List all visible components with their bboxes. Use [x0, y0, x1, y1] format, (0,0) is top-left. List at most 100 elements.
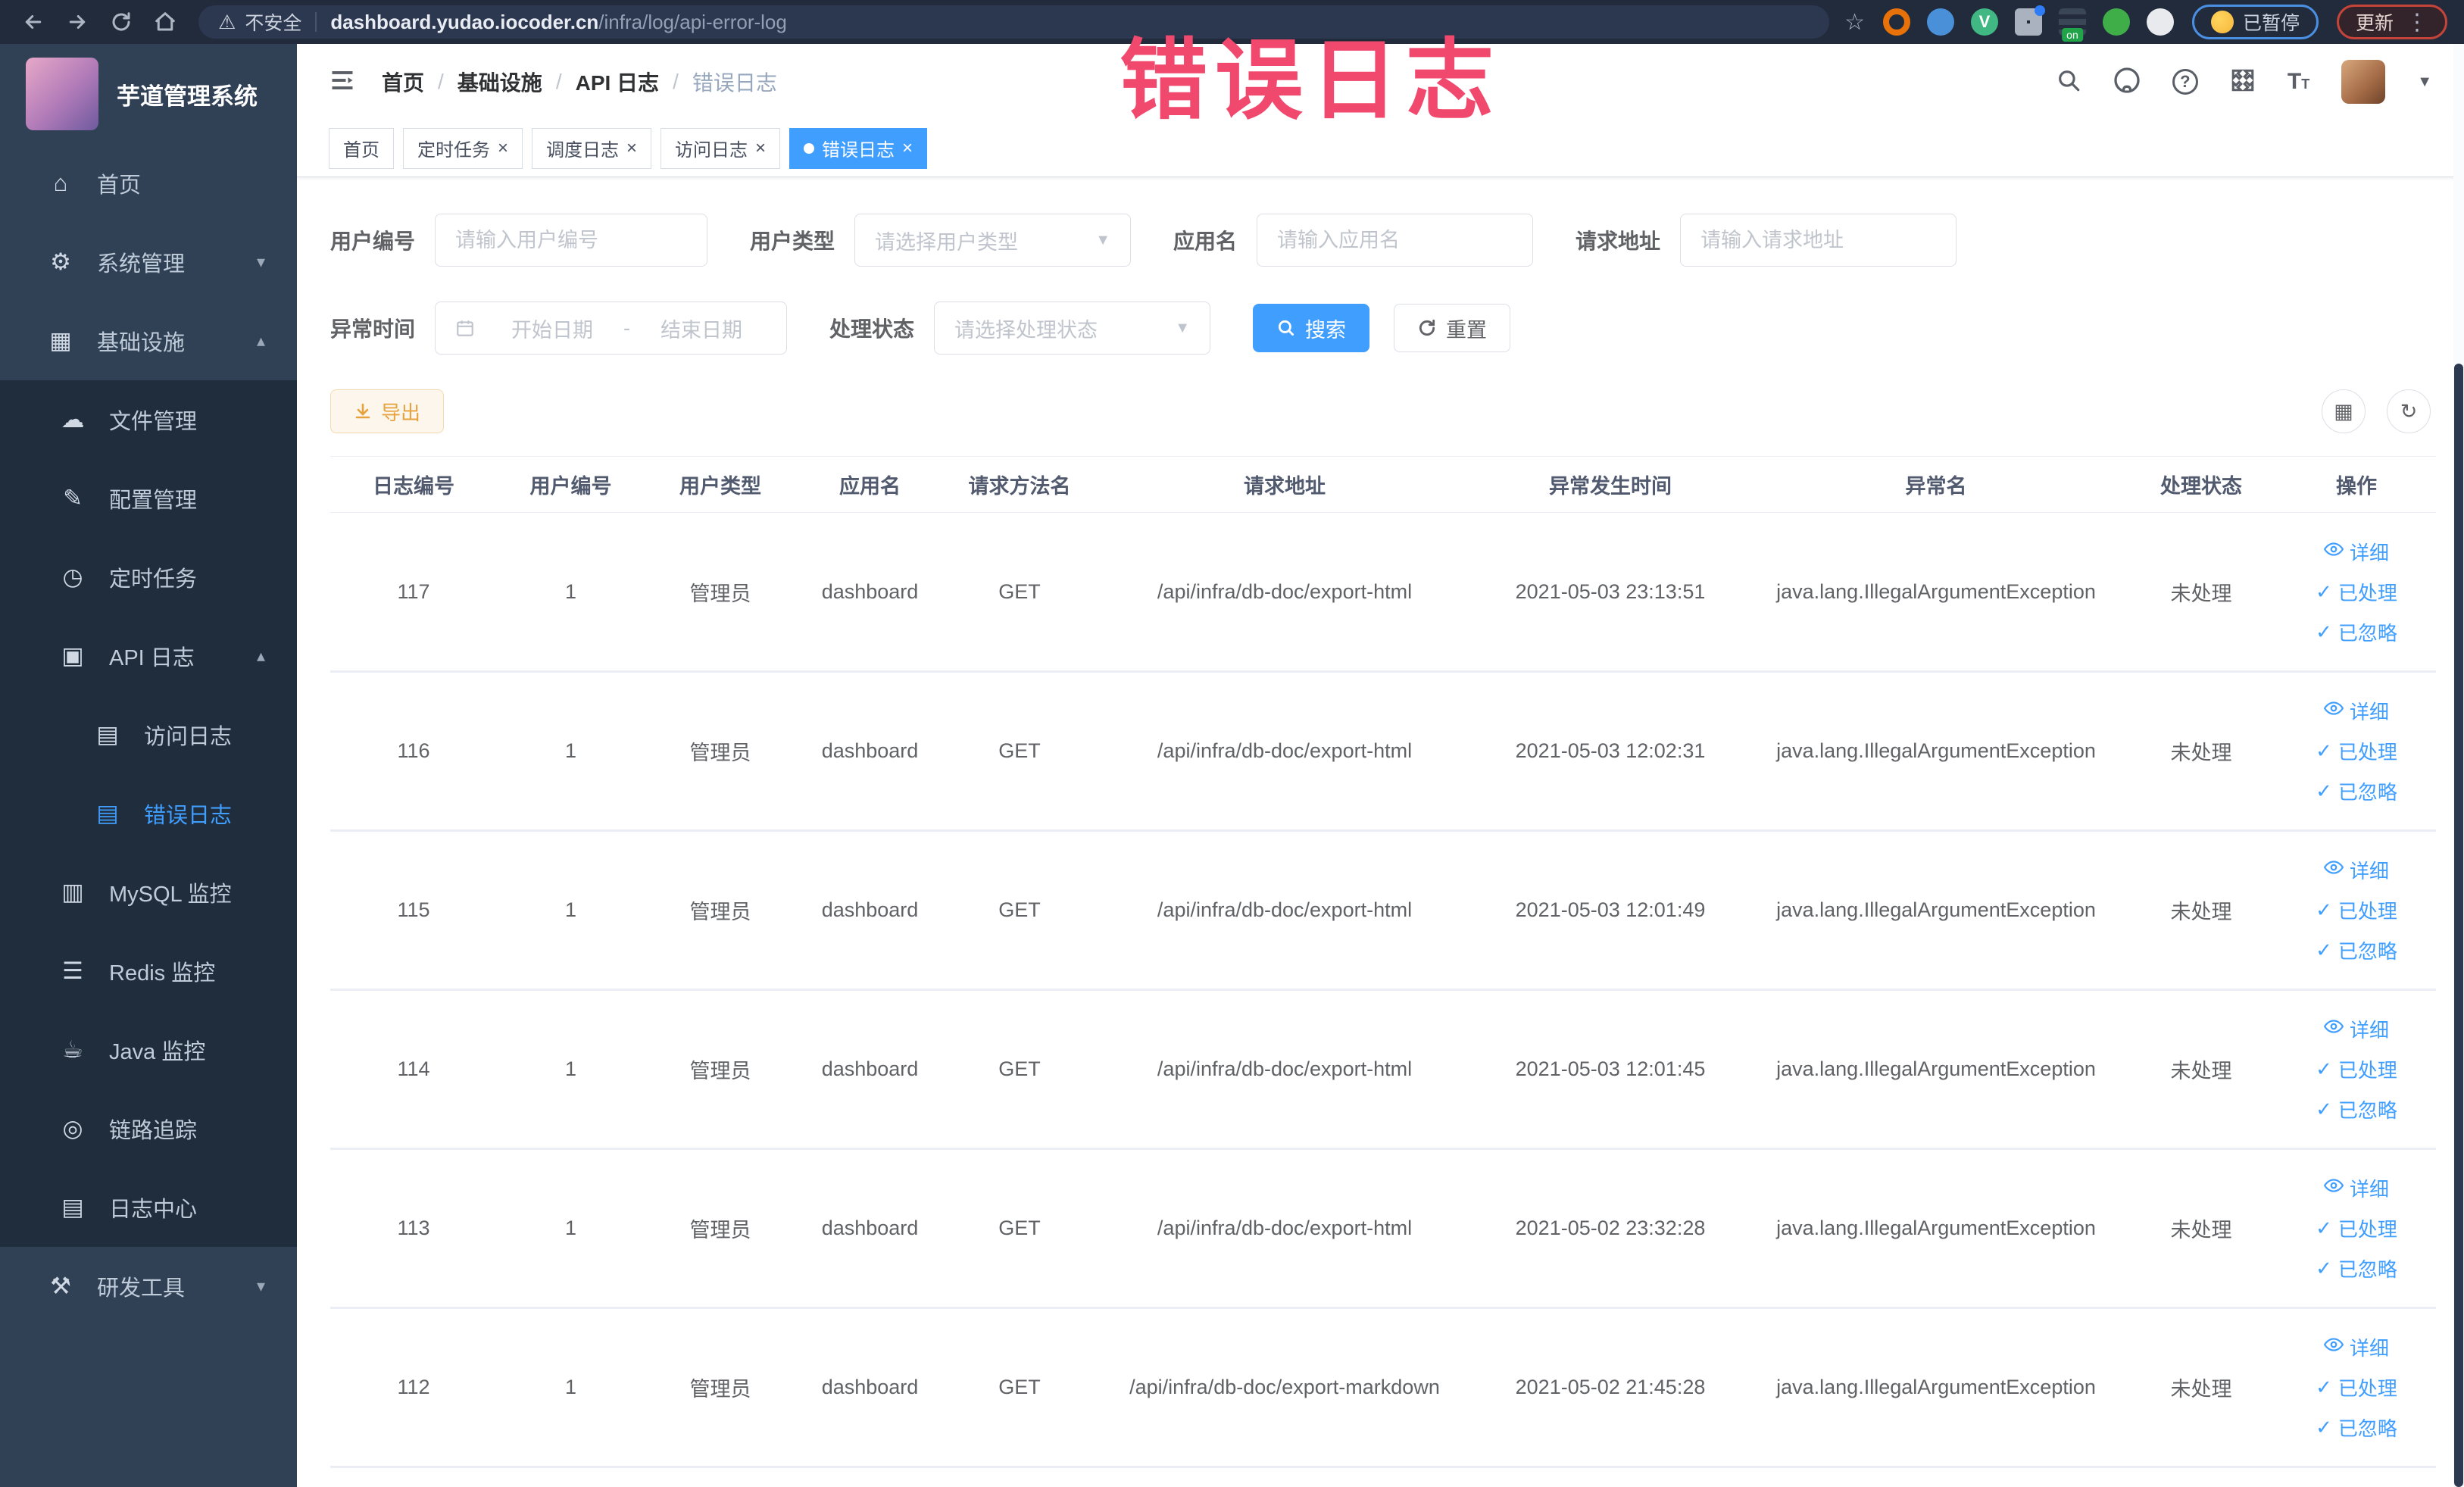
extension-dot-badge [2034, 5, 2045, 16]
font-size-icon[interactable]: TT [2288, 69, 2309, 95]
sidebar-item-dev-tools[interactable]: ⚒ 研发工具 ▾ [0, 1247, 297, 1326]
ext-blue-shield-icon[interactable] [1926, 8, 1954, 36]
ext-vue-devtools-icon[interactable]: V [1970, 8, 1998, 36]
app-name-input-field[interactable] [1277, 228, 1513, 252]
date-end-placeholder[interactable]: 结束日期 [636, 314, 767, 343]
tab-scheduled-tasks[interactable]: 定时任务 × [403, 127, 523, 169]
process-status-select[interactable]: 请选择处理状态 ▼ [934, 301, 1211, 355]
tab-access-log[interactable]: 访问日志 × [661, 127, 781, 169]
breadcrumb-separator: / [438, 70, 444, 93]
processed-action-link[interactable]: ✓ 已处理 [2316, 1373, 2397, 1401]
export-button[interactable]: 导出 [330, 389, 445, 433]
tab-error-log[interactable]: 错误日志 × [789, 127, 928, 169]
close-icon[interactable]: × [902, 139, 913, 158]
sidebar-item-system-management[interactable]: ⚙ 系统管理 ▾ [0, 223, 297, 301]
bookmark-star-icon[interactable]: ☆ [1844, 9, 1865, 36]
home-button-icon[interactable] [148, 5, 182, 39]
user-avatar[interactable] [2341, 60, 2386, 104]
sidebar: 芋道管理系统 ⌂ 首页 ⚙ 系统管理 ▾ ▦ 基础设施 ▴ ☁ 文件管理 ✎ 配置管理 ◷ 定时任务 ▣ AP… [0, 44, 297, 1487]
app-logo[interactable]: 芋道管理系统 [0, 44, 297, 144]
sidebar-item-infrastructure[interactable]: ▦ 基础设施 ▴ [0, 301, 297, 380]
processed-action-link[interactable]: ✓ 已处理 [2316, 578, 2397, 606]
processed-action-link[interactable]: ✓ 已处理 [2316, 737, 2397, 765]
user-id-input[interactable] [435, 214, 708, 267]
github-icon[interactable] [2113, 67, 2141, 98]
sidebar-item-scheduled-tasks[interactable]: ◷ 定时任务 [0, 538, 297, 617]
ext-green-plant-icon[interactable] [2102, 8, 2130, 36]
app-name-input[interactable] [1257, 214, 1534, 267]
columns-icon[interactable]: ▦ [2322, 389, 2366, 433]
sidebar-item-api-log[interactable]: ▣ API 日志 ▴ [0, 617, 297, 695]
reset-button[interactable]: 重置 [1394, 304, 1511, 352]
request-url-input[interactable] [1680, 214, 1957, 267]
refresh-icon[interactable]: ↻ [2387, 389, 2431, 433]
search-button[interactable]: 搜索 [1253, 304, 1370, 352]
ignored-action-link[interactable]: ✓ 已忽略 [2316, 1095, 2397, 1123]
table-toolbar: 导出 ▦ ↻ [330, 389, 2431, 433]
sidebar-item-file-management[interactable]: ☁ 文件管理 [0, 380, 297, 459]
back-icon[interactable] [17, 5, 50, 39]
ignored-action-link[interactable]: ✓ 已忽略 [2316, 936, 2397, 964]
cell-actions: 详细 ✓ 已处理 ✓ 已忽略 [2277, 1307, 2436, 1468]
ignored-action-link[interactable]: ✓ 已忽略 [2316, 1254, 2397, 1282]
sidebar-item-trace[interactable]: ◎ 链路追踪 [0, 1089, 297, 1168]
ignored-action-link[interactable]: ✓ 已忽略 [2316, 618, 2397, 646]
cell-user-type: 管理员 [645, 1307, 796, 1468]
tab-home[interactable]: 首页 [329, 127, 394, 169]
breadcrumb-item[interactable]: 基础设施 [458, 67, 542, 97]
sidebar-item-config-management[interactable]: ✎ 配置管理 [0, 459, 297, 538]
header-search-icon[interactable] [2056, 67, 2081, 97]
date-range-picker[interactable]: 开始日期 - 结束日期 [435, 301, 788, 355]
processed-action-link[interactable]: ✓ 已处理 [2316, 896, 2397, 924]
processed-action-link[interactable]: ✓ 已处理 [2316, 1055, 2397, 1083]
detail-action-link[interactable]: 详细 [2323, 697, 2389, 725]
ignored-action-link[interactable]: ✓ 已忽略 [2316, 1414, 2397, 1442]
help-icon[interactable]: ? [2172, 69, 2198, 95]
sidebar-item-error-log[interactable]: ▤ 错误日志 [0, 774, 297, 853]
user-id-input-field[interactable] [455, 228, 688, 252]
sidebar-item-log-center[interactable]: ▤ 日志中心 [0, 1168, 297, 1247]
browser-actions: ☆ Von 已暂停 更新 ⋮ [1844, 5, 2447, 42]
request-url-input-field[interactable] [1700, 228, 1937, 252]
profile-paused-pill[interactable]: 已暂停 [2191, 5, 2319, 39]
ext-puzzle-icon[interactable] [2146, 8, 2174, 36]
browser-menu-icon[interactable]: ⋮ [2406, 9, 2428, 36]
detail-action-link[interactable]: 详细 [2323, 1174, 2389, 1202]
date-separator: - [623, 316, 631, 339]
close-icon[interactable]: × [755, 139, 766, 158]
sidebar-item-home[interactable]: ⌂ 首页 [0, 144, 297, 223]
tags-view: 首页 定时任务 × 调度日志 × 访问日志 × 错误日志 × [297, 120, 2464, 177]
sidebar-item-access-log[interactable]: ▤ 访问日志 [0, 695, 297, 774]
reload-icon[interactable] [105, 5, 138, 39]
tab-schedule-log[interactable]: 调度日志 × [532, 127, 652, 169]
ext-orange-ring-icon[interactable] [1882, 8, 1910, 36]
user-type-select[interactable]: 请选择用户类型 ▼ [854, 214, 1132, 267]
cell-method: GET [944, 830, 1095, 991]
sidebar-item-redis-monitor[interactable]: ☰ Redis 监控 [0, 932, 297, 1011]
ext-switch-icon[interactable]: on [2058, 8, 2086, 42]
scrollbar-track[interactable] [2453, 44, 2464, 1487]
date-start-placeholder[interactable]: 开始日期 [487, 314, 617, 343]
infrastructure-icon: ▦ [49, 327, 72, 354]
user-type-label: 用户类型 [750, 230, 835, 253]
detail-action-link[interactable]: 详细 [2323, 1333, 2389, 1361]
hamburger-icon[interactable] [329, 67, 356, 98]
sidebar-item-java-monitor[interactable]: ☕ Java 监控 [0, 1011, 297, 1089]
close-icon[interactable]: × [498, 139, 508, 158]
processed-action-link[interactable]: ✓ 已处理 [2316, 1214, 2397, 1242]
ignored-action-link[interactable]: ✓ 已忽略 [2316, 777, 2397, 805]
chrome-update-button[interactable]: 更新 ⋮ [2336, 5, 2447, 39]
breadcrumb-item[interactable]: API 日志 [576, 67, 659, 97]
scrollbar-thumb[interactable] [2454, 364, 2463, 1487]
address-bar[interactable]: ⚠ 不安全 dashboard.yudao.iocoder.cn/infra/l… [198, 5, 1830, 39]
detail-action-link[interactable]: 详细 [2323, 538, 2389, 566]
sidebar-item-mysql-monitor[interactable]: ▥ MySQL 监控 [0, 853, 297, 932]
breadcrumb-item[interactable]: 首页 [382, 67, 424, 97]
detail-action-link[interactable]: 详细 [2323, 1015, 2389, 1043]
avatar-caret-icon[interactable]: ▼ [2417, 73, 2432, 91]
close-icon[interactable]: × [626, 139, 637, 158]
forward-icon[interactable] [61, 5, 94, 39]
detail-action-link[interactable]: 详细 [2323, 856, 2389, 884]
ext-grid-icon[interactable] [2014, 5, 2045, 36]
fullscreen-icon[interactable] [2230, 67, 2256, 97]
